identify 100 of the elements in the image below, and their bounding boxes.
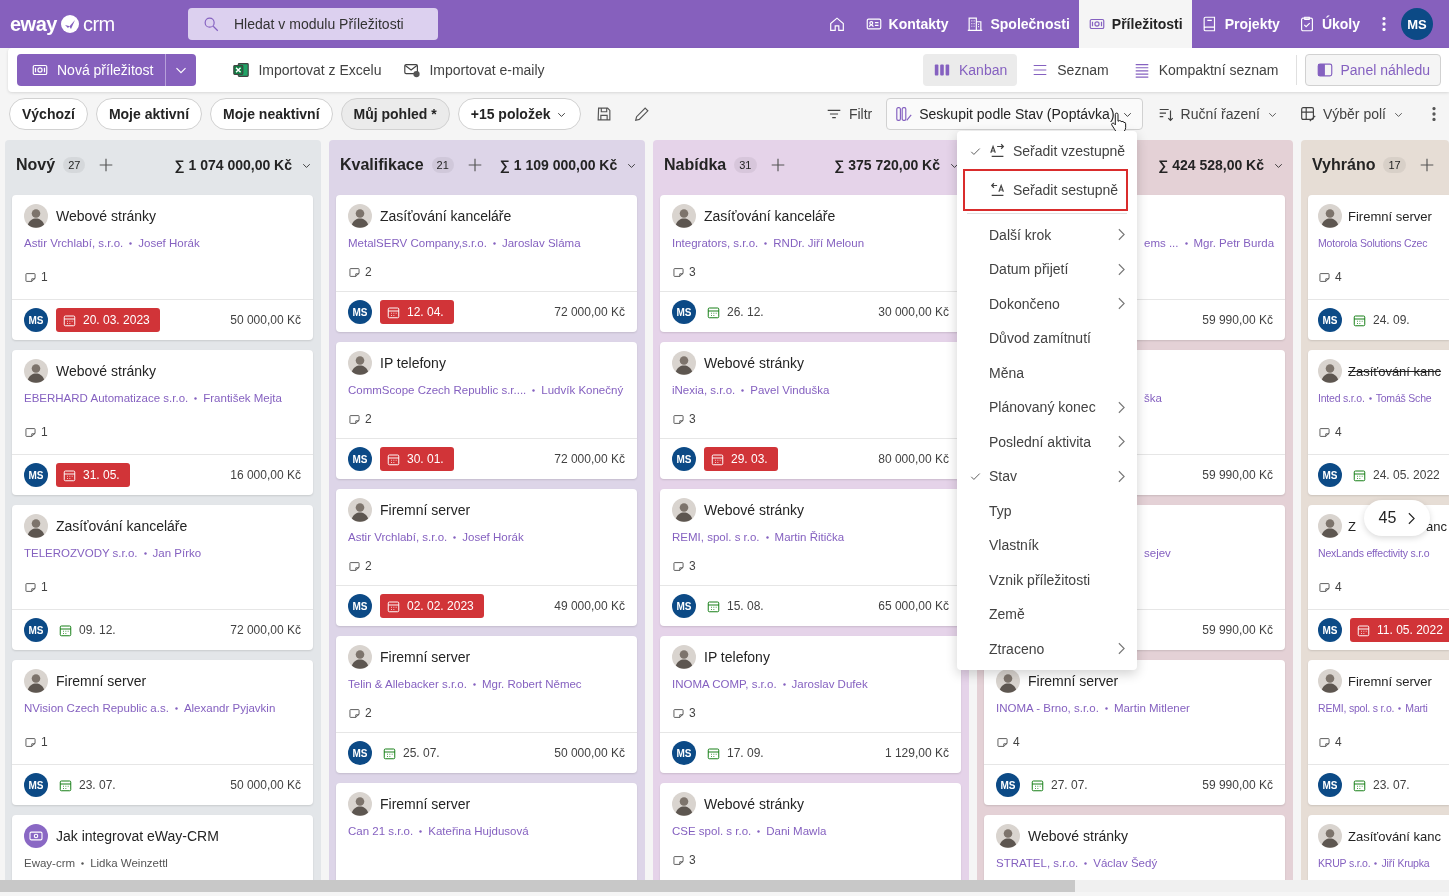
card-title: Firemní server [380,502,471,518]
owner-avatar: MS [24,308,48,332]
amount: 59 990,00 Kč [1202,468,1273,482]
comment-count: 1 [41,425,48,439]
comment-count: 2 [365,265,372,279]
owner-avatar: MS [672,741,696,765]
comment-count: 4 [1335,425,1342,439]
card-title: Webové stránky [704,502,805,518]
owner-avatar: MS [24,618,48,642]
comment-count: 3 [689,265,696,279]
amount: 30 000,00 Kč [878,305,949,319]
due-date: 17. 09. [704,741,770,765]
column-title: Nový [16,156,56,174]
owner-avatar: MS [996,773,1020,797]
count-badge: 31 [734,157,757,173]
due-date: 29. 03. [704,447,778,471]
comment-count: 3 [689,412,696,426]
owner-avatar: MS [1318,308,1342,332]
due-date: 11. 05. 2022 [1350,618,1449,642]
due-date: 24. 09. [1350,308,1416,332]
comment-count: 3 [689,853,696,867]
card-title: Zasíťování kanceláře [56,518,188,534]
card-title: IP telefony [704,649,770,665]
due-date: 30. 01. [380,447,454,471]
amount: 49 000,00 Kč [554,599,625,613]
amount: 50 000,00 Kč [230,313,301,327]
owner-avatar: MS [24,773,48,797]
card-title: Zasíťování kanc [1348,828,1442,844]
card-title: Firemní server [1028,673,1119,689]
card-title: Firemní server [1348,673,1432,689]
owner-avatar: MS [672,594,696,618]
owner-avatar: MS [24,463,48,487]
comment-count: 3 [689,706,696,720]
column-total: ∑ 1 109 000,00 Kč [499,157,618,173]
owner-avatar: MS [672,447,696,471]
comment-count: 1 [41,580,48,594]
owner-avatar: MS [1318,618,1342,642]
card-title: Zasíťování kanceláře [380,208,512,224]
due-date: 20. 03. 2023 [56,308,160,332]
amount: 80 000,00 Kč [878,452,949,466]
column-title: Vyhráno [1312,156,1376,174]
due-date: 23. 07. [56,773,122,797]
amount: 72 000,00 Kč [554,305,625,319]
owner-avatar: MS [672,300,696,324]
amount: 72 000,00 Kč [554,452,625,466]
card-title: IP telefony [380,355,446,371]
amount: 59 990,00 Kč [1202,623,1273,637]
contact-name: Lidka Weinzettl [90,857,168,869]
card-title: Firemní server [56,673,147,689]
card-title: Webové stránky [1028,828,1129,844]
comment-count: 4 [1335,270,1342,284]
logo-text: eway [10,12,57,36]
due-date: 23. 07. [1350,773,1416,797]
owner-avatar: MS [348,447,372,471]
logo-text: crm [82,12,115,36]
card-title: Firemní server [380,649,471,665]
card-title: Zasíťování kanc [1348,363,1442,379]
due-date: 26. 12. [704,300,770,324]
comment-count: 2 [365,559,372,573]
amount: 50 000,00 Kč [554,746,625,760]
column-title: Kvalifikace [340,156,424,174]
comment-count: 2 [365,706,372,720]
amount: 16 000,00 Kč [230,468,301,482]
column-total: ∑ 424 528,00 Kč [1158,157,1264,173]
due-date: 24. 05. 2022 [1350,463,1446,487]
due-date: 02. 02. 2023 [380,594,484,618]
due-date: 15. 08. [704,594,770,618]
card-title: Jak integrovat eWay-CRM [56,828,219,844]
comment-count: 4 [1335,735,1342,749]
column-title: Nabídka [664,156,727,174]
company-name: Eway-crm [24,857,76,869]
count-badge: 27 [63,157,86,173]
comment-count: 1 [41,735,48,749]
comment-count: 4 [1335,580,1342,594]
card-title: Webové stránky [704,796,805,812]
card-title: Z [1348,518,1356,534]
comment-count: 3 [689,559,696,573]
column-total: ∑ 1 074 000,00 Kč [174,157,292,173]
card-title: Webové stránky [56,208,157,224]
amount: 59 990,00 Kč [1202,313,1273,327]
due-date: 31. 05. [56,463,130,487]
due-date: 27. 07. [1028,773,1094,797]
count-badge: 21 [431,157,454,173]
amount: 72 000,00 Kč [230,623,301,637]
comment-count: 2 [365,412,372,426]
owner-avatar: MS [1318,773,1342,797]
amount: 50 000,00 Kč [230,778,301,792]
card-title: Webové stránky [704,355,805,371]
amount: 65 000,00 Kč [878,599,949,613]
owner-avatar: MS [348,594,372,618]
due-date: 25. 07. [380,741,446,765]
amount: 59 990,00 Kč [1202,778,1273,792]
card-title: Zasíťování kanceláře [704,208,836,224]
due-date: 09. 12. [56,618,122,642]
column-total: ∑ 375 720,00 Kč [834,157,940,173]
owner-avatar: MS [348,300,372,324]
comment-count: 4 [1013,735,1020,749]
due-date: 12. 04. [380,300,454,324]
comment-count: 1 [41,270,48,284]
owner-avatar: MS [1318,463,1342,487]
